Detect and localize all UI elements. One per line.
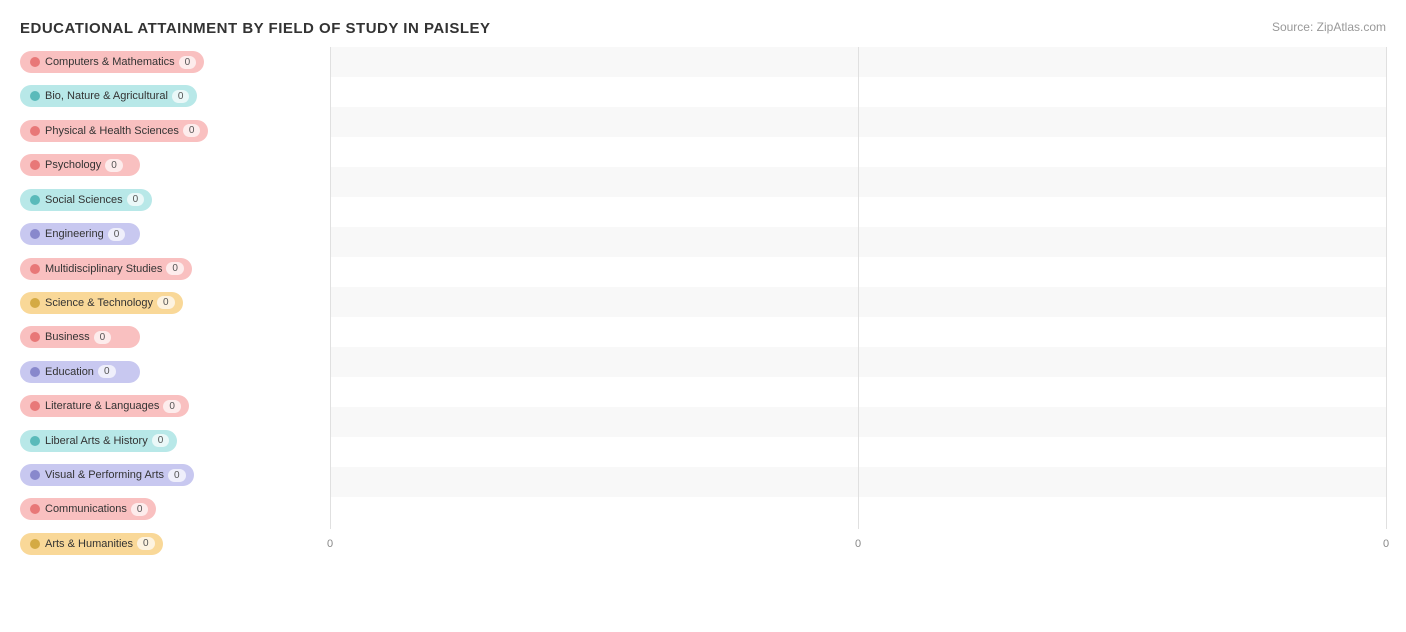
bar-label-pill: Computers & Mathematics 0 [20,51,204,73]
bar-label: Arts & Humanities [45,538,133,550]
grid-bg-row [330,467,1386,497]
bar-value: 0 [168,469,186,482]
bar-label: Physical & Health Sciences [45,125,179,137]
bar-label-pill: Engineering 0 [20,223,140,245]
bar-value: 0 [98,365,116,378]
bar-label: Literature & Languages [45,400,159,412]
bar-row: Physical & Health Sciences 0 [20,116,330,146]
bar-dot-icon [30,91,40,101]
bar-value: 0 [137,537,155,550]
bar-row: Liberal Arts & History 0 [20,426,330,456]
bar-label-pill: Literature & Languages 0 [20,395,189,417]
bar-value: 0 [183,124,201,137]
bar-label: Visual & Performing Arts [45,469,164,481]
bar-row: Science & Technology 0 [20,288,330,318]
grid-bg-row [330,407,1386,437]
bar-label-pill: Education 0 [20,361,140,383]
bar-value: 0 [157,296,175,309]
bar-row: Multidisciplinary Studies 0 [20,254,330,284]
grid-bg-row [330,197,1386,227]
chart-area: Computers & Mathematics0Bio, Nature & Ag… [20,47,1386,559]
bar-row: Business 0 [20,322,330,352]
bar-value: 0 [166,262,184,275]
bar-label: Psychology [45,159,101,171]
bar-dot-icon [30,332,40,342]
bar-row: Bio, Nature & Agricultural 0 [20,81,330,111]
bar-label: Science & Technology [45,297,153,309]
bar-label: Education [45,366,94,378]
bar-label-pill: Communications 0 [20,498,156,520]
bars-section: Computers & Mathematics0Bio, Nature & Ag… [20,47,330,559]
grid-bg-row [330,377,1386,407]
bar-dot-icon [30,504,40,514]
bar-dot-icon [30,160,40,170]
bar-row: Arts & Humanities 0 [20,529,330,559]
bar-dot-icon [30,264,40,274]
bar-dot-icon [30,298,40,308]
bar-value: 0 [152,434,170,447]
bar-label: Business [45,331,90,343]
grid-bg-row [330,137,1386,167]
bar-label-pill: Psychology 0 [20,154,140,176]
bar-dot-icon [30,470,40,480]
bar-row: Education 0 [20,357,330,387]
bar-dot-icon [30,195,40,205]
bar-label: Multidisciplinary Studies [45,263,162,275]
bar-label-pill: Social Sciences 0 [20,189,152,211]
x-label-1: 0 [855,538,861,550]
bar-dot-icon [30,539,40,549]
bar-value: 0 [163,400,181,413]
bar-value: 0 [108,228,126,241]
bar-dot-icon [30,126,40,136]
bar-label-pill: Bio, Nature & Agricultural 0 [20,85,197,107]
bar-dot-icon [30,436,40,446]
bar-dot-icon [30,57,40,67]
grid-bg-row [330,227,1386,257]
bar-row: Psychology 0 [20,150,330,180]
grid-bg-row [330,287,1386,317]
bar-row: Computers & Mathematics 0 [20,47,330,77]
bar-label: Social Sciences [45,194,123,206]
x-label-0: 0 [327,538,333,550]
grid-bg-row [330,437,1386,467]
bar-label: Liberal Arts & History [45,435,148,447]
grid-bg-row [330,77,1386,107]
source-label: Source: ZipAtlas.com [1272,20,1386,34]
chart-title: EDUCATIONAL ATTAINMENT BY FIELD OF STUDY… [20,20,1386,37]
bar-row: Engineering 0 [20,219,330,249]
grid-bg-row [330,47,1386,77]
bar-row: Social Sciences 0 [20,185,330,215]
bar-row: Visual & Performing Arts 0 [20,460,330,490]
grid-bg-row [330,107,1386,137]
bar-label: Engineering [45,228,104,240]
grid-bg-row [330,257,1386,287]
bar-value: 0 [172,90,190,103]
bar-dot-icon [30,401,40,411]
grid-bg-row [330,347,1386,377]
grid-section: 0 0 0 [330,47,1386,559]
bar-value: 0 [105,159,123,172]
bar-dot-icon [30,367,40,377]
grid-bg-row [330,317,1386,347]
bar-label: Bio, Nature & Agricultural [45,90,168,102]
bar-label: Computers & Mathematics [45,56,175,68]
bar-row: Literature & Languages 0 [20,391,330,421]
chart-container: EDUCATIONAL ATTAINMENT BY FIELD OF STUDY… [0,0,1406,632]
bar-label-pill: Visual & Performing Arts 0 [20,464,194,486]
bar-value: 0 [94,331,112,344]
bar-label-pill: Physical & Health Sciences 0 [20,120,208,142]
bar-value: 0 [127,193,145,206]
bar-label-pill: Multidisciplinary Studies 0 [20,258,192,280]
bar-value: 0 [179,56,197,69]
bar-label: Communications [45,503,127,515]
bar-dot-icon [30,229,40,239]
bar-value: 0 [131,503,149,516]
x-label-2: 0 [1383,538,1389,550]
bar-label-pill: Liberal Arts & History 0 [20,430,177,452]
bar-label-pill: Science & Technology 0 [20,292,183,314]
grid-bg-row [330,167,1386,197]
bar-label-pill: Arts & Humanities 0 [20,533,163,555]
bar-label-pill: Business 0 [20,326,140,348]
bar-row: Communications 0 [20,494,330,524]
